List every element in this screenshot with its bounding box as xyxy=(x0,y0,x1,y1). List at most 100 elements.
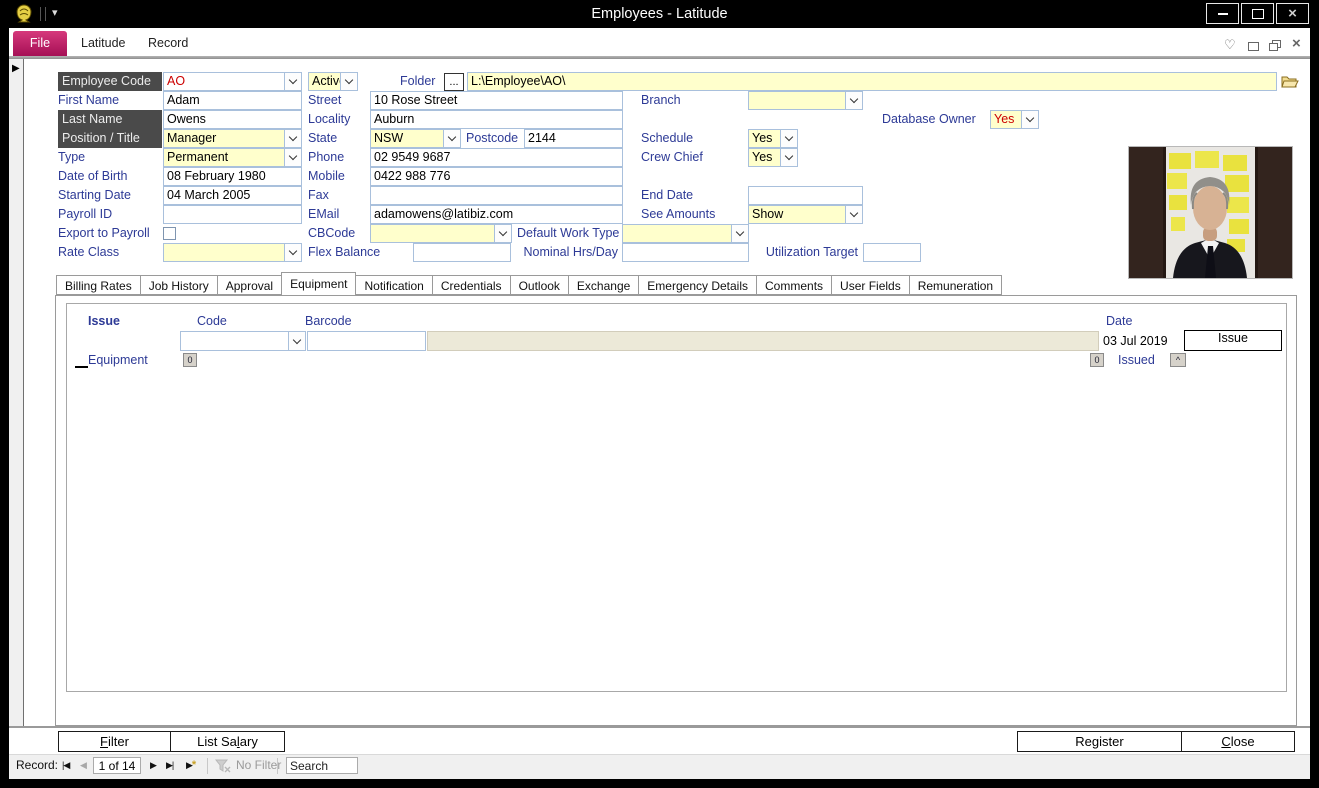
type-select[interactable]: Permanent xyxy=(163,148,302,167)
heart-icon[interactable]: ♡ xyxy=(1224,37,1236,52)
cbcode-select[interactable] xyxy=(370,224,512,243)
minimize-window-icon[interactable] xyxy=(1248,42,1259,51)
tab-comments[interactable]: Comments xyxy=(756,275,832,295)
tab-emergency-details[interactable]: Emergency Details xyxy=(638,275,757,295)
database-owner-label: Database Owner xyxy=(882,110,976,129)
chevron-down-icon[interactable] xyxy=(845,206,862,223)
position-title-label: Position / Title xyxy=(58,129,162,148)
close-window-icon[interactable]: × xyxy=(1292,36,1301,51)
issue-button[interactable]: Issue xyxy=(1184,330,1282,351)
nominal-hrs-day-field[interactable] xyxy=(622,243,749,262)
chevron-down-icon[interactable] xyxy=(288,332,305,350)
list-salary-button[interactable]: List Salary xyxy=(170,731,285,752)
ribbon-tab-record[interactable]: Record xyxy=(148,31,188,56)
starting-date-field[interactable]: 04 March 2005 xyxy=(163,186,302,205)
issued-count-button[interactable]: 0 xyxy=(1090,353,1104,367)
export-to-payroll-label: Export to Payroll xyxy=(58,224,150,243)
close-button[interactable]: × xyxy=(1276,3,1309,24)
close-form-button[interactable]: Close xyxy=(1181,731,1295,752)
record-selector-bar[interactable] xyxy=(9,59,24,727)
chevron-down-icon[interactable] xyxy=(731,225,748,242)
chevron-down-icon[interactable] xyxy=(284,73,301,90)
title-bar: ▾ Employees - Latitude × xyxy=(0,0,1319,28)
register-button[interactable]: Register xyxy=(1017,731,1182,752)
end-date-field[interactable] xyxy=(748,186,863,205)
export-to-payroll-checkbox[interactable] xyxy=(163,227,176,240)
postcode-field[interactable]: 2144 xyxy=(524,129,623,148)
database-owner-select[interactable]: Yes xyxy=(990,110,1039,129)
tab-credentials[interactable]: Credentials xyxy=(432,275,511,295)
rate-class-select[interactable] xyxy=(163,243,302,262)
active-status-select[interactable]: Active xyxy=(308,72,358,91)
equipment-count-button[interactable]: 0 xyxy=(183,353,197,367)
locality-field[interactable]: Auburn xyxy=(370,110,623,129)
flex-balance-field[interactable] xyxy=(413,243,511,262)
nominal-hrs-day-label: Nominal Hrs/Day xyxy=(518,243,618,262)
default-work-type-select[interactable] xyxy=(622,224,749,243)
payroll-id-field[interactable] xyxy=(163,205,302,224)
mobile-field[interactable]: 0422 988 776 xyxy=(370,167,623,186)
tab-outlook[interactable]: Outlook xyxy=(510,275,569,295)
tab-exchange[interactable]: Exchange xyxy=(568,275,639,295)
maximize-button[interactable] xyxy=(1241,3,1274,24)
tab-equipment[interactable]: Equipment xyxy=(281,272,356,295)
employee-code-select[interactable]: AO xyxy=(163,72,302,91)
branch-select[interactable] xyxy=(748,91,863,110)
nav-separator xyxy=(277,758,278,774)
last-name-field[interactable]: Owens xyxy=(163,110,302,129)
schedule-select[interactable]: Yes xyxy=(748,129,798,148)
chevron-down-icon[interactable] xyxy=(845,92,862,109)
first-record-button[interactable]: |◀ xyxy=(62,758,69,772)
chevron-down-icon[interactable] xyxy=(340,73,357,90)
tab-remuneration[interactable]: Remuneration xyxy=(909,275,1002,295)
chevron-down-icon[interactable] xyxy=(284,149,301,166)
next-record-button[interactable]: ▶ xyxy=(150,758,156,772)
chevron-down-icon[interactable] xyxy=(1021,111,1038,128)
folder-field[interactable]: L:\Employee\AO\ xyxy=(467,72,1277,91)
sort-ascending-button[interactable]: ^ xyxy=(1170,353,1186,367)
code-header: Code xyxy=(197,312,227,330)
new-record-button[interactable]: ▶* xyxy=(186,758,196,772)
crew-chief-select[interactable]: Yes xyxy=(748,148,798,167)
ribbon xyxy=(9,28,1310,56)
street-field[interactable]: 10 Rose Street xyxy=(370,91,623,110)
tab-job-history[interactable]: Job History xyxy=(140,275,218,295)
chevron-down-icon[interactable] xyxy=(284,130,301,147)
tab-approval[interactable]: Approval xyxy=(217,275,282,295)
chevron-down-icon[interactable] xyxy=(780,149,797,166)
chevron-down-icon[interactable] xyxy=(780,130,797,147)
crew-chief-label: Crew Chief xyxy=(641,148,703,167)
last-record-button[interactable]: ▶| xyxy=(166,758,173,772)
state-select[interactable]: NSW xyxy=(370,129,461,148)
ribbon-tab-latitude[interactable]: Latitude xyxy=(81,31,125,56)
position-title-select[interactable]: Manager xyxy=(163,129,302,148)
phone-field[interactable]: 02 9549 9687 xyxy=(370,148,623,167)
minimize-button[interactable] xyxy=(1206,3,1239,24)
equipment-date-field[interactable]: 03 Jul 2019 xyxy=(1103,332,1168,350)
chevron-down-icon[interactable] xyxy=(443,130,460,147)
tab-user-fields[interactable]: User Fields xyxy=(831,275,910,295)
issued-label: Issued xyxy=(1118,351,1155,369)
date-of-birth-field[interactable]: 08 February 1980 xyxy=(163,167,302,186)
chevron-down-icon[interactable] xyxy=(284,244,301,261)
open-folder-icon[interactable] xyxy=(1281,74,1299,93)
restore-window-icon[interactable] xyxy=(1269,40,1281,51)
record-label: Record: xyxy=(16,758,58,772)
search-input[interactable] xyxy=(286,757,358,774)
chevron-down-icon[interactable] xyxy=(494,225,511,242)
record-position-input[interactable] xyxy=(93,757,141,774)
equipment-code-select[interactable] xyxy=(180,331,306,351)
tab-notification[interactable]: Notification xyxy=(355,275,432,295)
filter-button[interactable]: Filter xyxy=(58,731,171,752)
fax-field[interactable] xyxy=(370,186,623,205)
previous-record-button: ◀ xyxy=(80,758,86,772)
folder-browse-button[interactable]: ... xyxy=(444,73,464,91)
utilization-target-field[interactable] xyxy=(863,243,921,262)
see-amounts-select[interactable]: Show xyxy=(748,205,863,224)
tab-billing-rates[interactable]: Billing Rates xyxy=(56,275,141,295)
equipment-barcode-field[interactable] xyxy=(307,331,426,351)
locality-label: Locality xyxy=(308,110,350,129)
email-field[interactable]: adamowens@latibiz.com xyxy=(370,205,623,224)
first-name-field[interactable]: Adam xyxy=(163,91,302,110)
ribbon-tab-file[interactable]: File xyxy=(13,31,67,56)
